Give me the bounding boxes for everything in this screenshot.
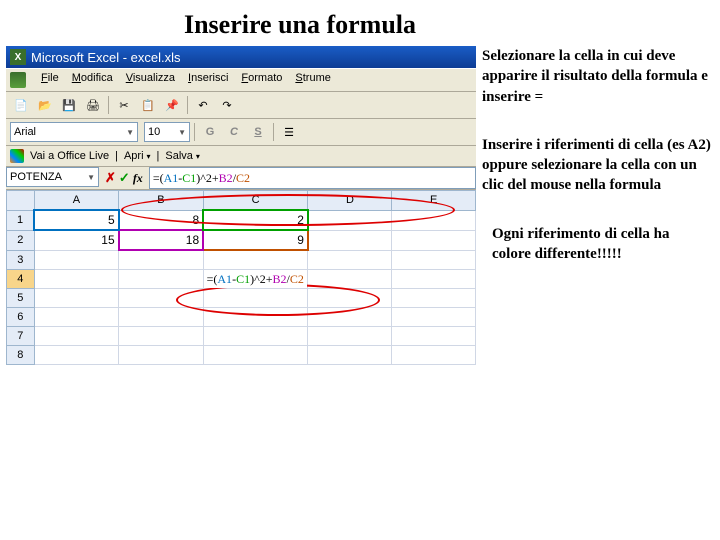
window-titlebar: X Microsoft Excel - excel.xls: [6, 46, 476, 68]
formula-buttons: ✗ ✓ fx: [99, 167, 149, 189]
office-goto-link[interactable]: Vai a Office Live: [30, 150, 109, 162]
excel-icon: X: [10, 49, 26, 65]
menu-visualizza[interactable]: Visualizza: [126, 72, 175, 88]
sidebar-notes: Selezionare la cella in cui deve apparir…: [476, 46, 718, 292]
row-header[interactable]: 2: [7, 230, 35, 250]
name-box[interactable]: POTENZA ▼: [6, 167, 99, 187]
cell[interactable]: [392, 230, 476, 250]
save-icon[interactable]: 💾: [58, 94, 80, 116]
cell[interactable]: [308, 327, 392, 346]
menu-bar[interactable]: File Modifica Visualizza Inserisci Forma…: [6, 68, 476, 92]
chevron-down-icon: ▼: [87, 173, 95, 182]
office-open-link[interactable]: Apri ▾: [124, 150, 151, 162]
cell[interactable]: [392, 308, 476, 327]
row-header[interactable]: 8: [7, 346, 35, 365]
cell[interactable]: [392, 289, 476, 308]
paste-icon[interactable]: 📌: [161, 94, 183, 116]
col-header-a[interactable]: A: [34, 191, 118, 211]
enter-icon[interactable]: ✓: [119, 170, 130, 186]
office-save-link[interactable]: Salva ▾: [165, 150, 200, 162]
cell[interactable]: [119, 250, 203, 270]
menu-formato[interactable]: Formato: [241, 72, 282, 88]
cell[interactable]: [34, 308, 118, 327]
cell[interactable]: [308, 250, 392, 270]
underline-button[interactable]: S: [247, 121, 269, 143]
bold-button[interactable]: G: [199, 121, 221, 143]
cut-icon[interactable]: ✂: [113, 94, 135, 116]
window-title-text: Microsoft Excel - excel.xls: [31, 50, 181, 65]
cell-b2[interactable]: 18: [119, 230, 203, 250]
menu-file[interactable]: File: [41, 72, 59, 88]
cancel-icon[interactable]: ✗: [105, 170, 116, 186]
cell[interactable]: [34, 270, 118, 289]
cell[interactable]: [308, 230, 392, 250]
align-left-icon[interactable]: ☰: [278, 121, 300, 143]
cell[interactable]: [34, 289, 118, 308]
cell-c2[interactable]: 9: [203, 230, 308, 250]
cell[interactable]: [34, 250, 118, 270]
cell[interactable]: [203, 327, 308, 346]
slide-title: Inserire una formula: [0, 0, 720, 46]
row-header[interactable]: 6: [7, 308, 35, 327]
row-header[interactable]: 7: [7, 327, 35, 346]
cell[interactable]: [392, 346, 476, 365]
copy-icon[interactable]: 📋: [137, 94, 159, 116]
office-live-toolbar[interactable]: Vai a Office Live | Apri ▾ | Salva ▾: [6, 146, 476, 167]
note-1: Selezionare la cella in cui deve apparir…: [482, 46, 712, 107]
cell[interactable]: [203, 346, 308, 365]
undo-icon[interactable]: ↶: [192, 94, 214, 116]
annotation-ellipse-cell: [176, 284, 380, 316]
cell[interactable]: [34, 327, 118, 346]
menu-inserisci[interactable]: Inserisci: [188, 72, 228, 88]
formula-bar-row: POTENZA ▼ ✗ ✓ fx =(A1-C1)^2+B2/C2: [6, 167, 476, 190]
standard-toolbar[interactable]: 📄 📂 💾 🖨 ✂ 📋 📌 ↶ ↷: [6, 92, 476, 119]
excel-window: X Microsoft Excel - excel.xls File Modif…: [6, 46, 476, 365]
formula-bar[interactable]: =(A1-C1)^2+B2/C2: [149, 167, 476, 189]
cell[interactable]: [119, 270, 203, 289]
name-box-value: POTENZA: [10, 171, 62, 183]
cell[interactable]: [119, 346, 203, 365]
row-header[interactable]: 5: [7, 289, 35, 308]
font-name-dropdown[interactable]: Arial ▼: [10, 122, 138, 142]
font-size-dropdown[interactable]: 10 ▼: [144, 122, 190, 142]
cell[interactable]: [308, 346, 392, 365]
cell[interactable]: [34, 346, 118, 365]
row-header[interactable]: 1: [7, 210, 35, 230]
row-header[interactable]: 3: [7, 250, 35, 270]
open-icon[interactable]: 📂: [34, 94, 56, 116]
cell[interactable]: [203, 250, 308, 270]
note-2: Inserire i riferimenti di cella (es A2) …: [482, 135, 712, 196]
select-all-corner[interactable]: [7, 191, 35, 211]
row-header-active[interactable]: 4: [7, 270, 35, 289]
chevron-down-icon: ▾: [196, 152, 200, 161]
cell[interactable]: [392, 250, 476, 270]
redo-icon[interactable]: ↷: [216, 94, 238, 116]
chevron-down-icon: ▼: [178, 128, 186, 137]
new-icon[interactable]: 📄: [10, 94, 32, 116]
cell-a2[interactable]: 15: [34, 230, 118, 250]
font-name-value: Arial: [14, 126, 36, 138]
italic-button[interactable]: C: [223, 121, 245, 143]
font-size-value: 10: [148, 126, 160, 138]
cell[interactable]: [392, 327, 476, 346]
cell[interactable]: [392, 270, 476, 289]
formatting-toolbar[interactable]: Arial ▼ 10 ▼ G C S ☰: [6, 119, 476, 146]
chevron-down-icon: ▼: [126, 128, 134, 137]
menu-modifica[interactable]: Modifica: [72, 72, 113, 88]
cell[interactable]: [119, 327, 203, 346]
office-live-icon: [10, 149, 24, 163]
cell-c4-active[interactable]: =(A1-C1)^2+B2/C2: [203, 270, 308, 289]
note-3: Ogni riferimento di cella ha colore diff…: [482, 224, 712, 265]
print-icon[interactable]: 🖨: [82, 94, 104, 116]
menu-strumenti[interactable]: Strume: [295, 72, 330, 88]
cell-a1[interactable]: 5: [34, 210, 118, 230]
chevron-down-icon: ▾: [147, 152, 151, 161]
cell[interactable]: [119, 308, 203, 327]
app-icon: [10, 72, 26, 88]
fx-icon[interactable]: fx: [133, 171, 143, 186]
annotation-ellipse-formula: [121, 194, 455, 226]
